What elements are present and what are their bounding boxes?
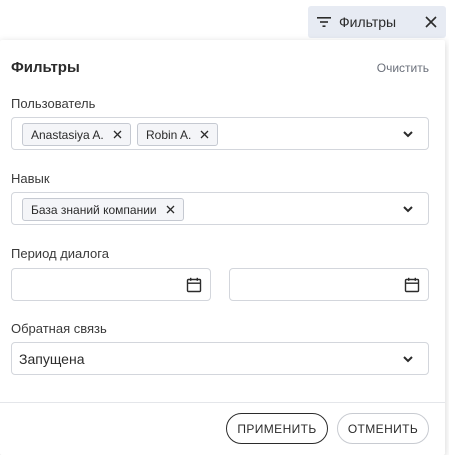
clear-button[interactable]: Очистить [377, 61, 429, 75]
skill-chip[interactable]: База знаний компании [22, 198, 184, 221]
skill-select[interactable]: База знаний компании [11, 192, 429, 225]
user-chip[interactable]: Anastasiya A. [22, 123, 131, 146]
chevron-down-icon[interactable] [402, 129, 414, 139]
period-field-label: Период диалога [11, 246, 109, 261]
feedback-value: Запущена [19, 351, 85, 367]
skill-field-label: Навык [11, 171, 50, 186]
remove-chip-icon[interactable] [166, 205, 175, 214]
user-field-label: Пользователь [11, 96, 96, 111]
remove-chip-icon[interactable] [200, 130, 209, 139]
chip-label: База знаний компании [31, 202, 157, 217]
feedback-select[interactable]: Запущена [11, 342, 429, 375]
apply-button[interactable]: ПРИМЕНИТЬ [226, 413, 328, 444]
chevron-down-icon[interactable] [402, 204, 414, 214]
filters-toggle-label: Фильтры [339, 14, 397, 30]
chevron-down-icon[interactable] [402, 354, 414, 364]
date-to-input[interactable] [229, 268, 429, 301]
top-bar: Фильтры [0, 0, 449, 40]
remove-chip-icon[interactable] [113, 130, 122, 139]
filters-toggle-button[interactable]: Фильтры [308, 6, 446, 38]
panel-title: Фильтры [11, 59, 80, 76]
user-select[interactable]: Anastasiya A. Robin A. [11, 117, 429, 150]
feedback-field-label: Обратная связь [11, 321, 107, 336]
chip-label: Robin A. [146, 127, 192, 142]
user-chip[interactable]: Robin A. [137, 123, 219, 146]
filter-icon [317, 17, 331, 27]
close-icon[interactable] [424, 15, 438, 29]
date-from-input[interactable] [11, 268, 211, 301]
cancel-button[interactable]: ОТМЕНИТЬ [337, 413, 429, 444]
footer-divider [0, 402, 445, 403]
calendar-icon[interactable] [404, 277, 420, 293]
filters-panel: Фильтры Очистить Пользователь Anastasiya… [0, 40, 445, 455]
chip-label: Anastasiya A. [31, 127, 104, 142]
calendar-icon[interactable] [186, 277, 202, 293]
